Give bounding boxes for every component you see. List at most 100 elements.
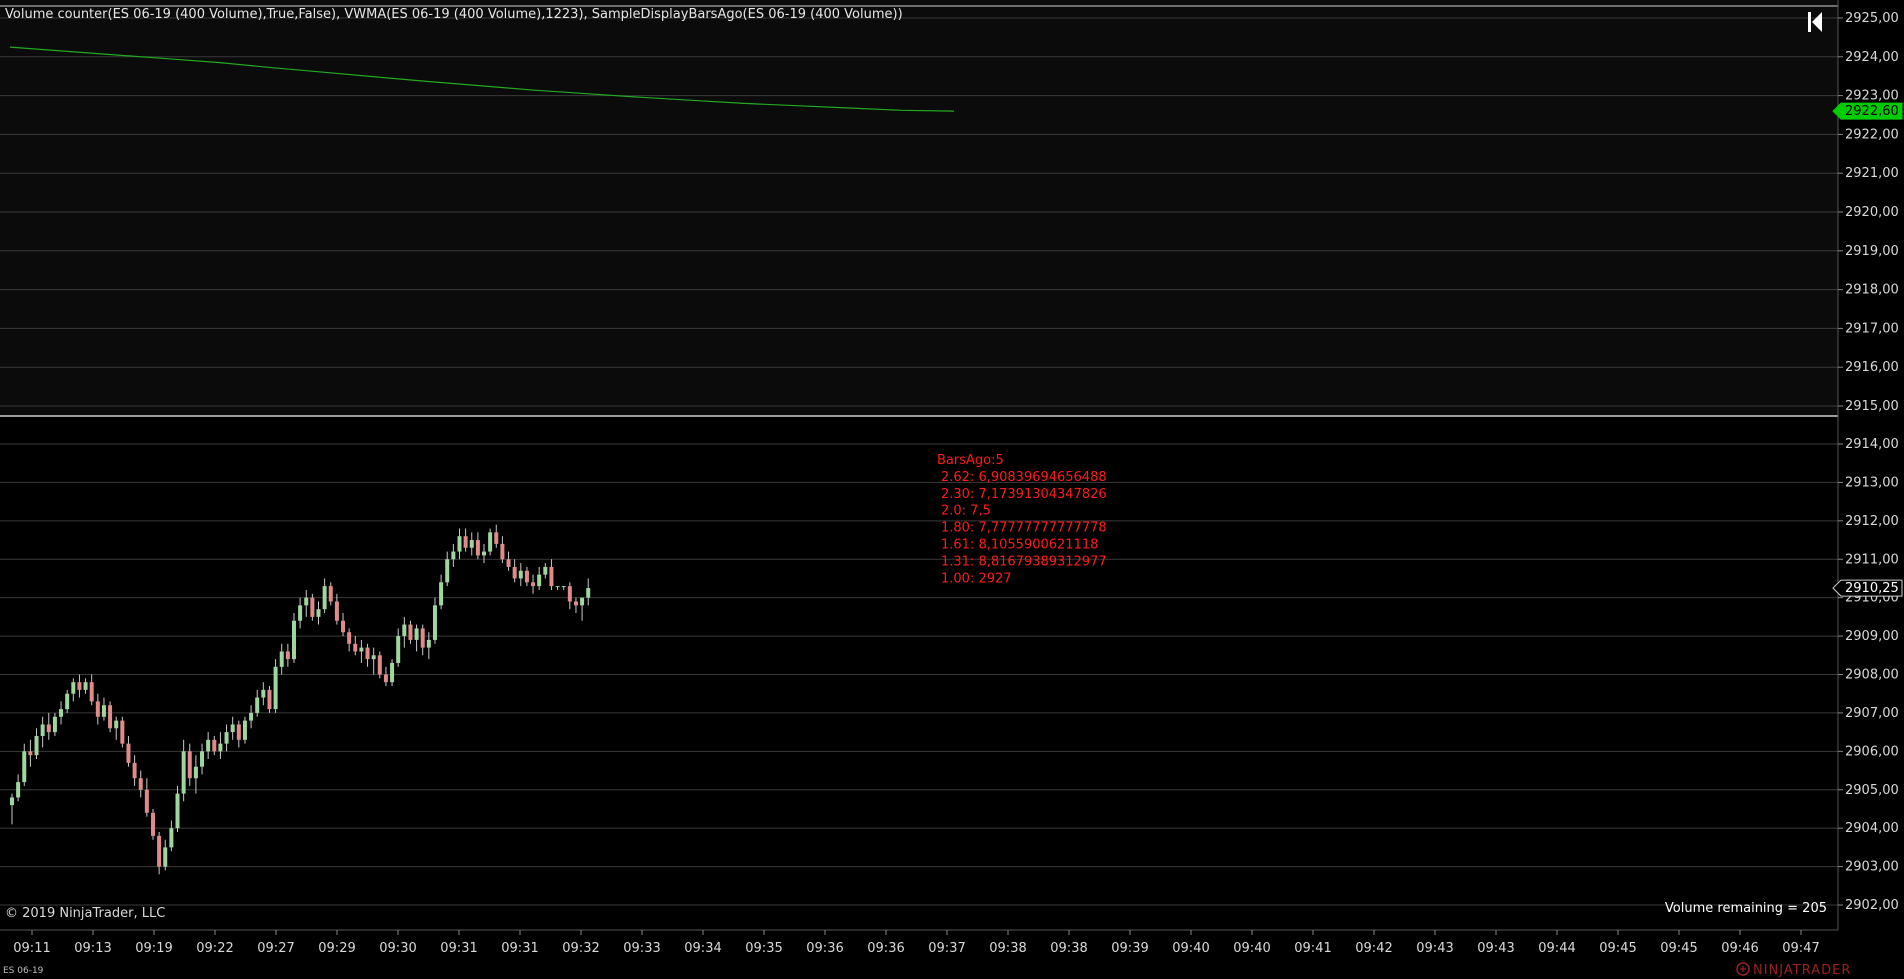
- bars-ago-annotation: BarsAgo:5 2.62: 6,90839694656488 2.30: 7,1…: [937, 453, 1107, 586]
- candle-body: [157, 835, 162, 867]
- candle-body: [359, 647, 364, 652]
- x-tick-label: 09:38: [1050, 941, 1087, 956]
- chart-canvas[interactable]: Volume counter(ES 06-19 (400 Volume),Tru…: [0, 0, 1904, 979]
- y-tick-label: 2908,00: [1845, 668, 1899, 683]
- candle-body: [494, 532, 499, 544]
- candle-body: [408, 624, 413, 640]
- candle-body: [469, 540, 474, 548]
- candle-body: [230, 724, 235, 733]
- x-tick-label: 09:32: [562, 941, 599, 956]
- candle-body: [310, 597, 315, 617]
- candle-body: [285, 651, 290, 660]
- y-tick-label: 2912,00: [1845, 514, 1899, 529]
- x-tick-label: 09:42: [1355, 941, 1392, 956]
- candle-body: [89, 682, 94, 702]
- candle-body: [432, 605, 437, 640]
- candle-body: [34, 735, 39, 756]
- candle-body: [549, 566, 554, 587]
- x-tick-label: 09:43: [1477, 941, 1514, 956]
- candle-body: [457, 536, 462, 552]
- candle-body: [543, 566, 548, 575]
- candle-body: [224, 732, 229, 744]
- x-tick-label: 09:35: [745, 941, 782, 956]
- candle-body: [40, 724, 45, 736]
- y-tick-label: 2902,00: [1845, 898, 1899, 913]
- candle-body: [242, 720, 247, 740]
- annotation-line: 2.0: 7,5: [941, 504, 991, 519]
- candle-body: [426, 639, 431, 648]
- candle-body: [132, 762, 137, 779]
- candle-body: [193, 766, 198, 779]
- candle-body: [169, 828, 174, 848]
- y-tick-label: 2922,00: [1845, 127, 1899, 142]
- candle-body: [22, 751, 27, 783]
- y-tick-label: 2916,00: [1845, 360, 1899, 375]
- y-tick-label: 2924,00: [1845, 50, 1899, 65]
- y-tick-label: 2919,00: [1845, 244, 1899, 259]
- candle-body: [46, 724, 51, 733]
- candle-body: [537, 574, 542, 587]
- candle-body: [267, 689, 272, 710]
- candle-body: [101, 705, 106, 717]
- y-tick-label: 2903,00: [1845, 860, 1899, 875]
- copyright-label: © 2019 NinjaTrader, LLC: [5, 906, 165, 921]
- annotation-line: 1.61: 8,1055900621118: [941, 538, 1098, 553]
- candle-body: [150, 812, 155, 836]
- y-tick-label: 2920,00: [1845, 205, 1899, 220]
- candle-body: [298, 605, 303, 621]
- x-tick-label: 09:34: [684, 941, 721, 956]
- candle-body: [273, 666, 278, 710]
- candle-body: [16, 782, 21, 798]
- candle-body: [120, 720, 125, 744]
- candle-body: [353, 643, 358, 652]
- y-tick-label: 2914,00: [1845, 437, 1899, 452]
- x-tick-label: 09:31: [501, 941, 538, 956]
- x-tick-label: 09:22: [196, 941, 233, 956]
- candle-body: [304, 597, 309, 606]
- y-tick-label: 2921,00: [1845, 166, 1899, 181]
- candle-body: [512, 566, 517, 579]
- candle-body: [59, 709, 64, 717]
- candle-body: [586, 588, 591, 598]
- candle-body: [396, 636, 401, 663]
- annotation-line: 2.30: 7,17391304347826: [941, 487, 1107, 502]
- annotation-line: 1.31: 8,81679389312977: [941, 554, 1107, 569]
- candle-body: [451, 551, 456, 560]
- y-axis-ticks: 2925,00 2924,00 2923,00 2922,00 2921,00 2920,…: [1838, 11, 1899, 913]
- x-tick-label: 09:40: [1172, 941, 1209, 956]
- candle-body: [187, 751, 192, 779]
- y-tick-label: 2909,00: [1845, 629, 1899, 644]
- candle-body: [488, 532, 493, 552]
- y-tick-label: 2904,00: [1845, 821, 1899, 836]
- x-tick-label: 09:37: [928, 941, 965, 956]
- y-tick-label: 2905,00: [1845, 783, 1899, 798]
- candle-body: [390, 662, 395, 683]
- annotation-line: BarsAgo:5: [937, 453, 1004, 468]
- chart-window: Volume counter(ES 06-19 (400 Volume),Tru…: [0, 0, 1904, 979]
- candle-body: [108, 705, 113, 729]
- x-tick-label: 09:31: [440, 941, 477, 956]
- annotation-line: 2.62: 6,90839694656488: [941, 470, 1107, 485]
- candle-body: [279, 651, 284, 667]
- candle-body: [200, 751, 205, 767]
- candle-body: [212, 739, 217, 752]
- candle-body: [291, 620, 296, 660]
- candle-body: [144, 789, 149, 813]
- y-tick-label: 2913,00: [1845, 475, 1899, 490]
- candle-body: [83, 682, 88, 690]
- x-tick-label: 09:33: [623, 941, 660, 956]
- candle-body: [561, 586, 566, 588]
- candle-body: [95, 701, 100, 717]
- last-price-marker-label: 2910,25: [1845, 581, 1899, 596]
- candle-body: [77, 682, 82, 690]
- y-tick-label: 2907,00: [1845, 706, 1899, 721]
- candle-body: [482, 551, 487, 556]
- candle-body: [475, 540, 480, 556]
- x-tick-label: 09:38: [989, 941, 1026, 956]
- candle-body: [249, 712, 254, 721]
- candle-body: [10, 797, 14, 806]
- candle-body: [555, 586, 560, 588]
- candle-body: [341, 620, 346, 633]
- candle-body: [383, 674, 388, 683]
- top-panel-background: [0, 0, 1838, 416]
